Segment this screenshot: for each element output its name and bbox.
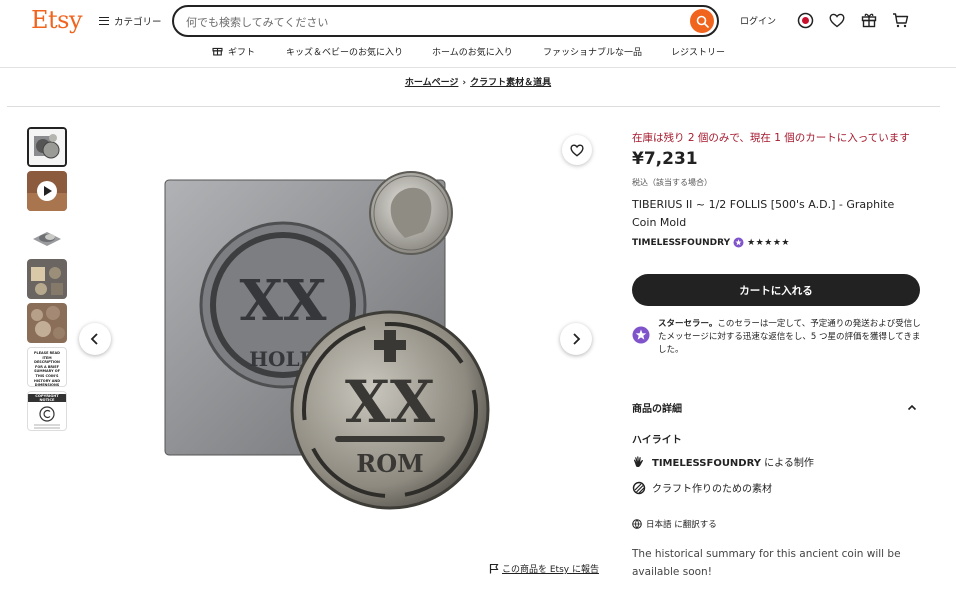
item-details-toggle[interactable]: 商品の詳細 [632, 400, 917, 415]
search-button[interactable] [690, 9, 714, 33]
updates-icon [797, 12, 813, 28]
thumbnail-copyright-text: COPYRIGHT NOTICE [28, 394, 66, 402]
nav-item-registry[interactable]: レジストリー [671, 45, 725, 58]
search-icon [696, 15, 709, 28]
nav-item-gifts[interactable]: ギフト [228, 45, 255, 58]
price: ¥7,231 [632, 149, 698, 169]
star-seller-info: スターセラー。このセラーは一定して、予定通りの発送および受信したメッセージに対す… [632, 318, 922, 357]
thumbnail-1[interactable] [27, 127, 67, 167]
coin-letters: XX [345, 368, 435, 436]
search-input[interactable] [186, 13, 666, 31]
thumbnail-image [27, 259, 67, 299]
translate-label: 日本語 に翻訳する [646, 520, 717, 530]
item-description: The historical summary for this ancient … [632, 548, 901, 578]
nav-item-kids[interactable]: キッズ＆ベビーのお気に入り [286, 45, 403, 58]
etsy-logo[interactable]: Etsy [31, 6, 83, 34]
cart-button[interactable] [891, 11, 909, 29]
nav-item-home[interactable]: ホームのお気に入り [432, 45, 513, 58]
highlight-made-by-suffix: による制作 [761, 458, 814, 469]
hand-wave-icon [633, 455, 643, 467]
breadcrumb-craft-supplies[interactable]: クラフト素材＆道具 [470, 78, 551, 88]
divider [7, 106, 940, 107]
heart-icon [570, 144, 584, 157]
main-product-image: XX HOLD XX ROM [164, 171, 490, 510]
top-nav: ギフト キッズ＆ベビーのお気に入り ホームのお気に入り ファッショナブルな一品 … [0, 45, 956, 59]
highlight-made-by: TIMELESSFOUNDRY による制作 [632, 454, 814, 469]
thumbnail-4[interactable] [27, 259, 67, 299]
mold-letters: XX [240, 268, 327, 334]
star-seller-title: スターセラー。 [658, 319, 718, 329]
menu-icon [99, 17, 109, 25]
copyright-icon [34, 406, 60, 429]
nav-item-fashion[interactable]: ファッショナブルな一品 [543, 45, 642, 58]
flag-icon [489, 563, 499, 574]
next-image-button[interactable] [560, 323, 592, 355]
shop-info: TIMELESSFOUNDRY ★★★★★ [632, 237, 790, 248]
stock-notice: 在庫は残り 2 個のみで、現在 1 個のカートに入っています [632, 132, 910, 144]
breadcrumb-separator: › [462, 78, 467, 88]
gift-icon [212, 47, 223, 56]
shop-name-link[interactable]: TIMELESSFOUNDRY [632, 238, 730, 248]
highlight-craft-supply-label: クラフト作りのための素材 [652, 484, 772, 495]
thumbnail-image [27, 215, 67, 255]
previous-image-button[interactable] [79, 323, 111, 355]
breadcrumb-home[interactable]: ホームページ [405, 78, 459, 88]
report-label: この商品を Etsy に報告 [502, 565, 599, 575]
gift-icon [861, 13, 877, 28]
highlights-heading: ハイライト [632, 435, 682, 446]
thumbnail-info-text: PLEASE READ ITEM DESCRIPTION FOR A BRIEF… [33, 351, 61, 387]
chevron-up-icon [907, 404, 917, 411]
highlight-craft-supply: クラフト作りのための素材 [632, 480, 772, 495]
search-bar [172, 5, 719, 37]
translate-button[interactable]: 日本語 に翻訳する [632, 518, 717, 530]
report-item-link[interactable]: この商品を Etsy に報告 [489, 562, 599, 575]
star-seller-icon [632, 326, 650, 344]
add-to-cart-button[interactable]: カートに入れる [632, 274, 920, 306]
globe-icon [632, 519, 642, 529]
thumbnail-3[interactable] [27, 215, 67, 255]
heart-icon [829, 13, 845, 27]
login-link[interactable]: ログイン [740, 14, 776, 27]
cart-icon [892, 13, 908, 28]
etsy-updates-button[interactable] [796, 11, 814, 29]
thumbnail-image [29, 129, 65, 165]
highlight-shop-name[interactable]: TIMELESSFOUNDRY [652, 458, 761, 469]
tax-note: 税込（該当する場合） [632, 178, 712, 187]
thumbnail-image [27, 171, 67, 211]
categories-label: カテゴリー [114, 17, 162, 28]
thumbnail-image [27, 303, 67, 343]
thumbnail-copyright[interactable]: COPYRIGHT NOTICE [27, 391, 67, 431]
breadcrumb: ホームページ › クラフト素材＆道具 [0, 75, 956, 88]
favorites-button[interactable] [828, 11, 846, 29]
chevron-right-icon [573, 333, 581, 345]
site-header: Etsy カテゴリー ログイン [0, 0, 956, 68]
thumbnail-video[interactable] [27, 171, 67, 211]
product-title: TIBERIUS II ~ 1/2 FOLLIS [500's A.D.] - … [632, 198, 895, 229]
rating-stars[interactable]: ★★★★★ [747, 238, 790, 248]
craft-supplies-icon [632, 481, 646, 494]
coin-subtext: ROM [356, 449, 423, 478]
categories-button[interactable]: カテゴリー [99, 13, 162, 29]
chevron-left-icon [90, 333, 98, 345]
thumbnail-5[interactable] [27, 303, 67, 343]
star-seller-badge-icon [733, 237, 744, 248]
item-details-heading: 商品の詳細 [632, 404, 682, 415]
thumbnail-info[interactable]: PLEASE READ ITEM DESCRIPTION FOR A BRIEF… [27, 347, 67, 387]
favorite-button[interactable] [562, 135, 592, 165]
gift-mode-button[interactable] [860, 11, 878, 29]
